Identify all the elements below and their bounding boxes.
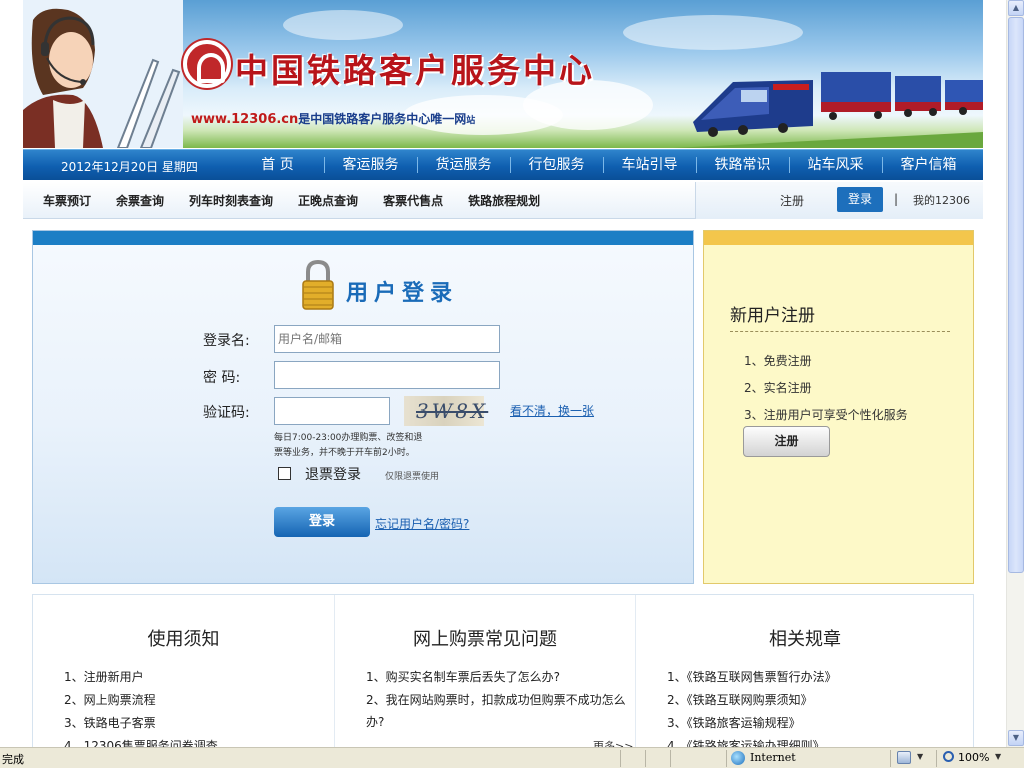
- account-links: 注册 登录 | 我的12306: [695, 182, 983, 219]
- browser-status-bar: 完成 Internet ▼ 100% ▼: [0, 747, 1024, 768]
- zoom-magnifier-icon: [943, 751, 954, 762]
- dashed-divider: [730, 331, 950, 332]
- site-url-tail: 站: [466, 116, 476, 126]
- status-divider: [645, 750, 646, 767]
- scroll-down-button[interactable]: ▼: [1008, 730, 1024, 746]
- password-input[interactable]: [274, 361, 500, 389]
- register-benefit-item: 2、实名注册: [744, 381, 812, 395]
- register-button[interactable]: 注册: [743, 426, 830, 457]
- register-panel-header-bar: [704, 231, 973, 245]
- nav-item-customer-mailbox[interactable]: 客户信箱: [882, 150, 975, 180]
- regulations-column: 相关规章 1、《铁路互联网售票暂行办法》 2、《铁路互联网购票须知》 3、《铁路…: [635, 595, 974, 747]
- register-benefit-item: 1、免费注册: [744, 354, 812, 368]
- site-url-text: 是中国铁路客户服务中心唯一网: [298, 112, 467, 126]
- internet-zone-globe-icon: [731, 751, 745, 765]
- faq-column: 网上购票常见问题 1、购买实名制车票后丢失了怎么办? 2、我在网站购票时，扣款成…: [334, 595, 635, 747]
- vertical-scrollbar[interactable]: ▲ ▼: [1006, 0, 1024, 747]
- current-date: 2012年12月20日 星期四: [61, 160, 198, 174]
- subnav-ticket-booking[interactable]: 车票预订: [43, 192, 91, 209]
- login-submit-button[interactable]: 登录: [274, 507, 370, 537]
- browser-viewport: 中国铁路客户服务中心 www.12306.cn是中国铁路客户服务中心唯一网站 2…: [0, 0, 1006, 747]
- list-item[interactable]: 2、网上购票流程: [64, 689, 329, 711]
- service-hours-line-2: 票等业务，并不晚于开车前2小时。: [274, 448, 415, 458]
- zoom-level[interactable]: 100%: [958, 751, 989, 764]
- site-url-domain: www.12306.cn: [191, 112, 299, 127]
- nav-item-railway-knowledge[interactable]: 铁路常识: [696, 150, 789, 180]
- service-hours-line-1: 每日7:00-23:00办理购票、改签和退: [274, 433, 423, 443]
- chevron-down-icon[interactable]: ▼: [917, 752, 923, 761]
- username-label: 登录名:: [203, 333, 250, 349]
- subnav-delay-query[interactable]: 正晚点查询: [298, 192, 358, 209]
- column-title: 使用须知: [147, 629, 220, 650]
- freight-train-image: [673, 72, 983, 148]
- subnav-ticket-agents[interactable]: 客票代售点: [383, 192, 443, 209]
- nav-item-passenger-service[interactable]: 客运服务: [324, 150, 417, 180]
- nav-item-luggage-service[interactable]: 行包服务: [510, 150, 603, 180]
- scroll-up-button[interactable]: ▲: [1008, 0, 1024, 16]
- status-divider: [620, 750, 621, 767]
- secondary-navigation-bar: 车票预订 余票查询 列车时刻表查询 正晚点查询 客票代售点 铁路旅程规划 注册 …: [23, 182, 983, 219]
- refresh-captcha-link[interactable]: 看不清，换一张: [510, 402, 594, 419]
- status-divider: [890, 750, 891, 767]
- list-item[interactable]: 2、《铁路互联网购票须知》: [667, 689, 932, 711]
- my-12306-link[interactable]: 我的12306: [913, 192, 970, 208]
- list-item[interactable]: 1、注册新用户: [64, 666, 329, 688]
- site-url-tagline: www.12306.cn是中国铁路客户服务中心唯一网站: [191, 110, 475, 127]
- protected-mode-icon[interactable]: [897, 751, 911, 764]
- more-link[interactable]: 更多>>: [593, 738, 633, 747]
- refund-login-label[interactable]: 退票登录: [305, 464, 361, 484]
- list-item[interactable]: 4、12306售票服务问卷调查: [64, 735, 329, 747]
- nav-item-home[interactable]: 首 页: [231, 150, 324, 180]
- header-login-button[interactable]: 登录: [837, 187, 883, 212]
- site-header-banner: 中国铁路客户服务中心 www.12306.cn是中国铁路客户服务中心唯一网站: [23, 0, 983, 148]
- status-divider: [670, 750, 671, 767]
- subnav-timetable-query[interactable]: 列车时刻表查询: [189, 192, 273, 209]
- captcha-label: 验证码:: [203, 405, 250, 421]
- status-divider: [936, 750, 937, 767]
- usage-notes-column: 使用须知 1、注册新用户 2、网上购票流程 3、铁路电子客票 4、12306售票…: [33, 595, 334, 747]
- nav-item-station-guide[interactable]: 车站引导: [603, 150, 696, 180]
- login-title: 用户登录: [346, 281, 459, 306]
- login-panel-header-bar: [33, 231, 693, 245]
- header-register-link[interactable]: 注册: [780, 192, 804, 209]
- customer-service-agent-image: [23, 0, 183, 148]
- nav-item-station-gallery[interactable]: 站车风采: [789, 150, 882, 180]
- scrollbar-thumb[interactable]: [1008, 17, 1024, 573]
- forgot-credentials-link[interactable]: 忘记用户名/密码?: [375, 515, 469, 532]
- main-navigation-bar: 2012年12月20日 星期四 首 页 客运服务 货运服务 行包服务 车站引导 …: [23, 149, 983, 180]
- register-panel-title: 新用户注册: [730, 306, 815, 326]
- chevron-down-icon[interactable]: ▼: [995, 752, 1001, 761]
- captcha-image[interactable]: 3W8X: [404, 396, 485, 426]
- login-panel: 用户登录 登录名: 密 码: 验证码: 3W8X 看不清，换一张 每日7:00-…: [32, 230, 694, 584]
- divider: |: [894, 192, 899, 206]
- register-benefit-item: 3、注册用户可享受个性化服务: [744, 408, 908, 422]
- security-zone-label: Internet: [750, 751, 796, 764]
- site-title: 中国铁路客户服务中心: [235, 51, 595, 90]
- list-item[interactable]: 4、《铁路旅客运输办理细则》: [667, 735, 932, 747]
- status-text: 完成: [2, 753, 24, 766]
- china-railway-logo: [183, 40, 231, 88]
- column-title: 网上购票常见问题: [413, 629, 557, 650]
- password-label: 密 码:: [203, 370, 241, 386]
- list-item[interactable]: 1、购买实名制车票后丢失了怎么办?: [366, 666, 631, 688]
- subnav-remaining-tickets[interactable]: 余票查询: [116, 192, 164, 209]
- new-user-register-panel: 新用户注册 1、免费注册 2、实名注册 3、注册用户可享受个性化服务 注册: [703, 230, 974, 584]
- nav-item-freight-service[interactable]: 货运服务: [417, 150, 510, 180]
- captcha-input[interactable]: [274, 397, 390, 425]
- refund-login-checkbox[interactable]: [278, 467, 291, 480]
- info-columns-section: 使用须知 1、注册新用户 2、网上购票流程 3、铁路电子客票 4、12306售票…: [32, 594, 974, 747]
- subnav-journey-planner[interactable]: 铁路旅程规划: [468, 192, 540, 209]
- list-item[interactable]: 2、我在网站购票时，扣款成功但购票不成功怎么办?: [366, 689, 631, 733]
- service-hours-note: 每日7:00-23:00办理购票、改签和退 票等业务，并不晚于开车前2小时。: [274, 431, 474, 461]
- list-item[interactable]: 1、《铁路互联网售票暂行办法》: [667, 666, 932, 688]
- list-item[interactable]: 3、《铁路旅客运输规程》: [667, 712, 932, 734]
- status-divider: [726, 750, 727, 767]
- lock-icon: [302, 259, 334, 310]
- column-title: 相关规章: [769, 629, 841, 650]
- list-item[interactable]: 3、铁路电子客票: [64, 712, 329, 734]
- username-input[interactable]: [274, 325, 500, 353]
- refund-login-note: 仅限退票使用: [385, 472, 440, 482]
